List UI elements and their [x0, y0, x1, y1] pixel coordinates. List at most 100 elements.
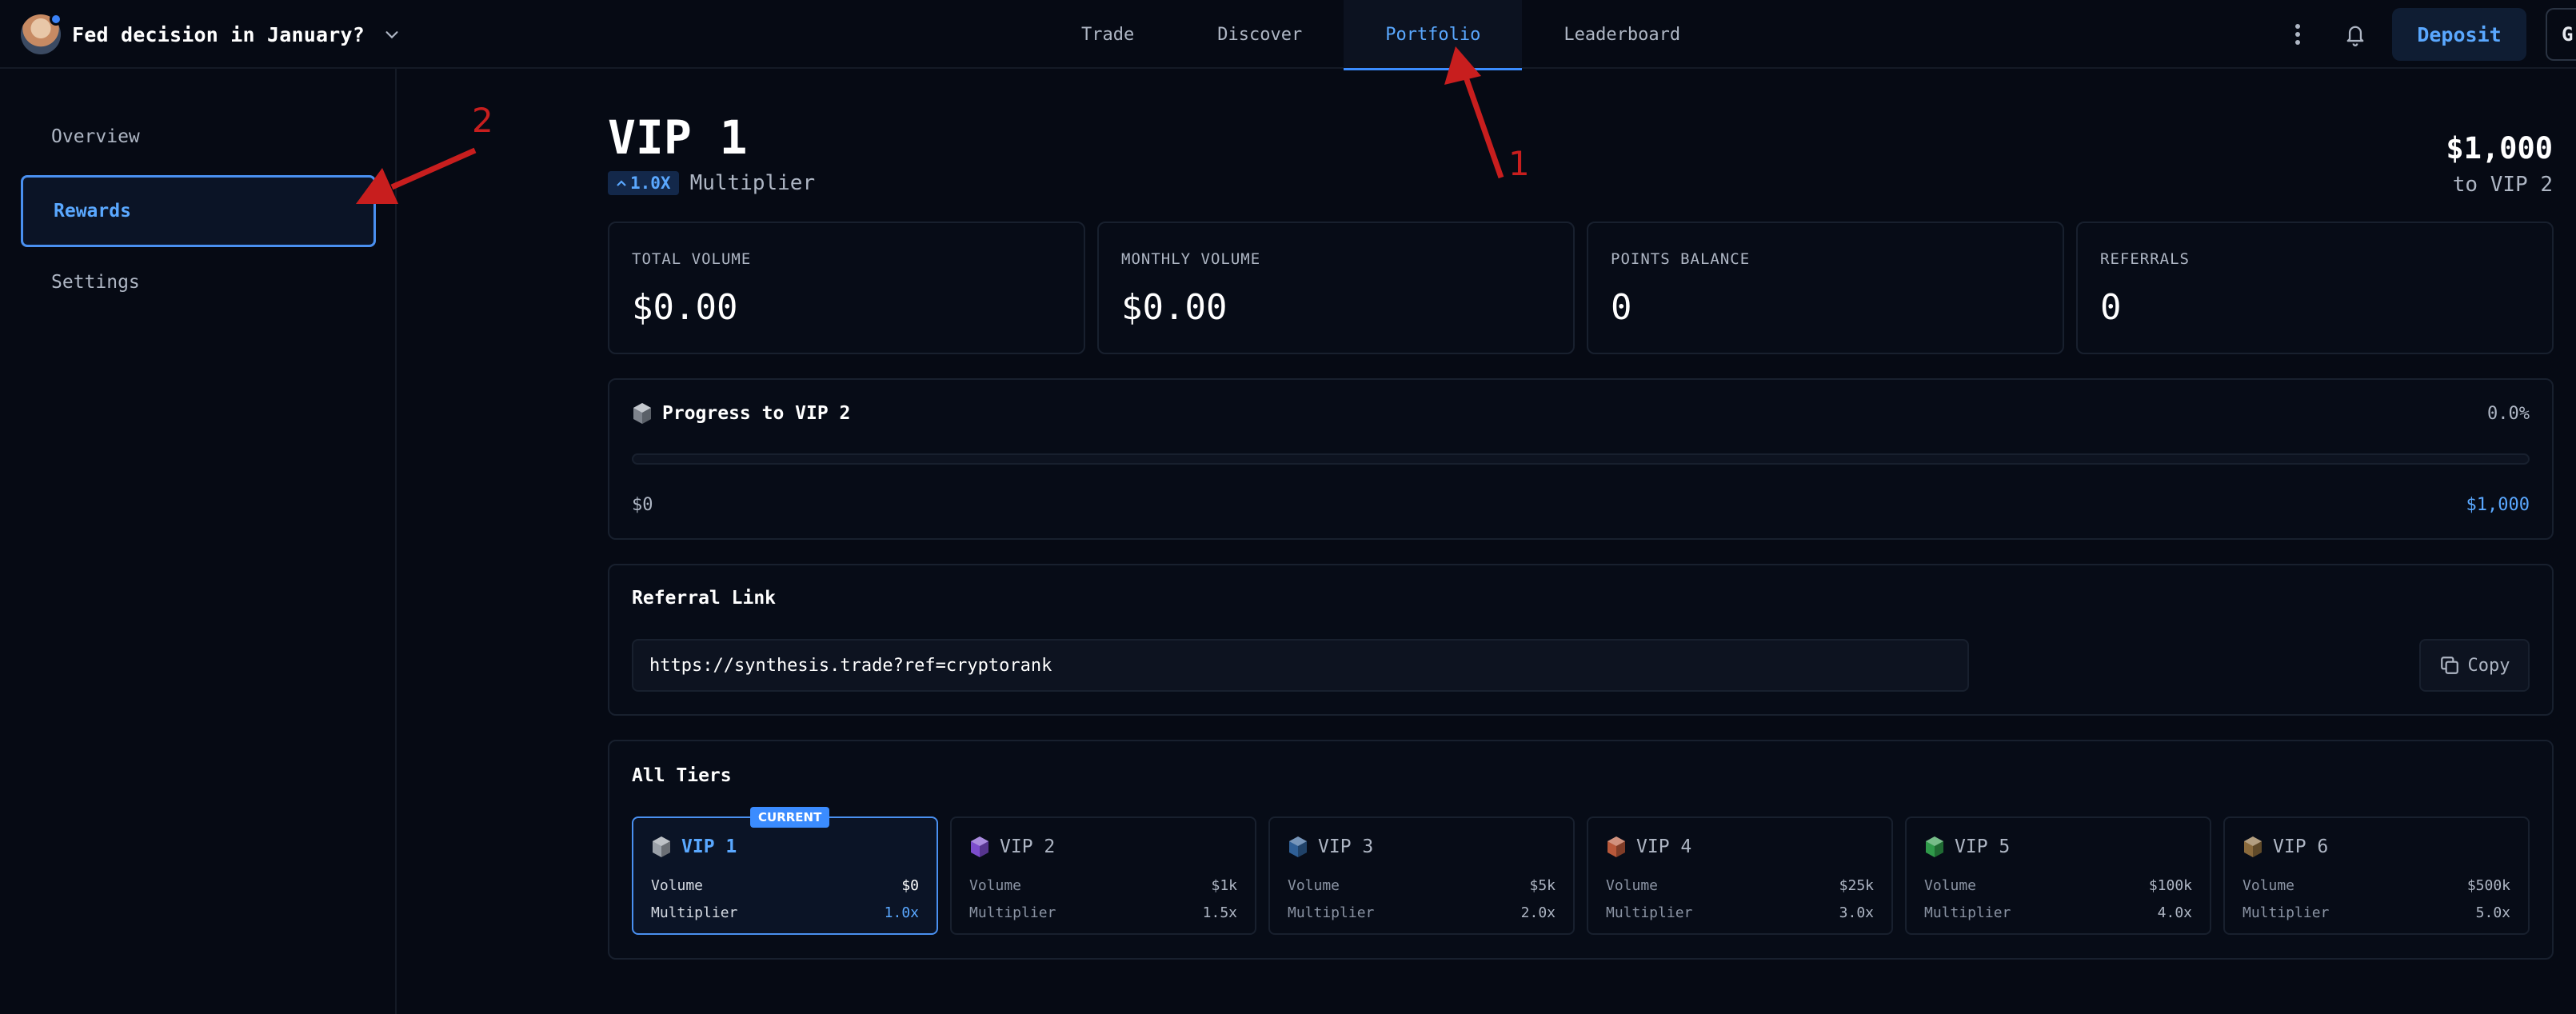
tier-cube-icon — [2244, 836, 2262, 857]
multiplier-label: Multiplier — [689, 171, 816, 195]
tier-volume-row: Volume $100k — [1924, 877, 2192, 894]
sidebar-item-settings[interactable]: Settings — [21, 246, 376, 318]
tier-name: VIP 3 — [1318, 836, 1374, 857]
tier-multiplier-value: 2.0x — [1520, 904, 1556, 921]
tier-multiplier-value: 1.0x — [884, 904, 919, 921]
tier-multiplier-label: Multiplier — [2243, 904, 2330, 921]
nav-portfolio[interactable]: Portfolio — [1344, 0, 1523, 70]
annotation-arrow-1 — [1460, 69, 1504, 179]
multiplier-badge: 1.0X — [608, 171, 679, 195]
stat-card-monthly-volume: MONTHLY VOLUME $0.00 — [1097, 222, 1575, 354]
tier-card: CURRENT VIP 1 Volume $0 Multiplier 1.0x — [632, 807, 938, 935]
deposit-button[interactable]: Deposit — [2392, 8, 2526, 61]
progress-start: $0 — [632, 495, 653, 515]
tier-header: VIP 4 — [1606, 836, 1691, 858]
tier-multiplier-row: Multiplier 4.0x — [1924, 904, 2192, 921]
chevron-down-icon[interactable] — [376, 18, 408, 50]
tier-volume-row: Volume $0 — [651, 877, 919, 894]
top-bar: Fed decision in January? Trade Discover … — [0, 0, 2576, 70]
stat-value: 0 — [1611, 287, 1632, 328]
stat-card-points-balance: POINTS BALANCE 0 — [1587, 222, 2064, 354]
tier-volume-label: Volume — [651, 877, 704, 894]
tier-volume-label: Volume — [2243, 877, 2295, 894]
nav-leaderboard[interactable]: Leaderboard — [1522, 0, 1722, 69]
annotation-arrow-2 — [390, 147, 477, 190]
page-title: VIP 1 — [608, 110, 748, 165]
tier-multiplier-value: 5.0x — [2475, 904, 2510, 921]
next-tier-label: to VIP 2 — [2452, 173, 2553, 197]
tier-volume-row: Volume $25k — [1606, 877, 1874, 894]
tier-multiplier-row: Multiplier 3.0x — [1606, 904, 1874, 921]
tier-header: VIP 2 — [969, 836, 1055, 858]
top-right-actions: Deposit G — [2269, 0, 2576, 69]
tier-multiplier-value: 3.0x — [1839, 904, 1874, 921]
tier-multiplier-label: Multiplier — [1924, 904, 2011, 921]
tier-volume-label: Volume — [1606, 877, 1659, 894]
tier-volume-value: $0 — [901, 877, 919, 894]
referral-card: Referral Link Copy — [608, 564, 2554, 716]
tier-multiplier-label: Multiplier — [1606, 904, 1693, 921]
sidebar-item-overview[interactable]: Overview — [21, 101, 376, 173]
progress-card: Progress to VIP 2 0.0% $0 $1,000 — [608, 378, 2554, 540]
tier-name: VIP 1 — [681, 836, 737, 857]
market-avatar — [21, 13, 62, 54]
chevron-up-icon — [617, 180, 626, 186]
bell-icon[interactable] — [2326, 6, 2384, 63]
tier-volume-value: $1k — [1211, 877, 1237, 894]
stat-card-total-volume: TOTAL VOLUME $0.00 — [608, 222, 1085, 354]
market-selector[interactable]: Fed decision in January? — [21, 11, 408, 58]
tier-multiplier-row: Multiplier 2.0x — [1288, 904, 1556, 921]
tier-cube-icon — [1289, 836, 1307, 857]
nav-discover[interactable]: Discover — [1176, 0, 1344, 69]
progress-percent: 0.0% — [2487, 404, 2530, 424]
tier-multiplier-row: Multiplier 1.0x — [651, 904, 919, 921]
tier-card: VIP 6 Volume $500k Multiplier 5.0x — [2223, 816, 2530, 935]
annotation-marker-2: 2 — [472, 101, 493, 140]
tier-volume-label: Volume — [1924, 877, 1977, 894]
progress-title: Progress to VIP 2 — [632, 402, 850, 425]
tier-volume-label: Volume — [1288, 877, 1340, 894]
stat-label: MONTHLY VOLUME — [1121, 250, 1261, 268]
progress-bar — [632, 453, 2530, 465]
tier-multiplier-value: 1.5x — [1202, 904, 1237, 921]
account-button[interactable]: G — [2546, 8, 2576, 61]
tier-multiplier-row: Multiplier 5.0x — [2243, 904, 2510, 921]
tier-volume-row: Volume $1k — [969, 877, 1237, 894]
all-tiers-card: All Tiers CURRENT VIP 1 Volume $0 Multiplier… — [608, 740, 2554, 960]
annotation-marker-1: 1 — [1508, 144, 1530, 183]
next-tier-amount: $1,000 — [2446, 131, 2553, 166]
tier-volume-value: $500k — [2466, 877, 2510, 894]
main-nav: Trade Discover Portfolio Leaderboard — [1040, 0, 1722, 70]
market-title: Fed decision in January? — [72, 22, 365, 46]
copy-label: Copy — [2467, 655, 2510, 676]
tier-cube-icon — [653, 836, 670, 857]
tier-volume-row: Volume $5k — [1288, 877, 1556, 894]
tier-card: VIP 4 Volume $25k Multiplier 3.0x — [1587, 816, 1893, 935]
tier-card: VIP 2 Volume $1k Multiplier 1.5x — [950, 816, 1256, 935]
sidebar: Overview Rewards Settings — [0, 69, 397, 1014]
tier-volume-value: $5k — [1529, 877, 1556, 894]
tier-name: VIP 4 — [1636, 836, 1692, 857]
tier-header: VIP 1 — [651, 836, 737, 858]
more-options-icon[interactable] — [2269, 6, 2326, 63]
tier-multiplier-row: Multiplier 1.5x — [969, 904, 1237, 921]
referral-link-input[interactable] — [632, 639, 1969, 692]
stat-value: $0.00 — [632, 287, 738, 328]
tier-cube-icon — [1926, 836, 1943, 857]
stat-value: $0.00 — [1121, 287, 1228, 328]
tier-header: VIP 6 — [2243, 836, 2328, 858]
multiplier-value: 1.0X — [630, 174, 671, 193]
copy-button[interactable]: Copy — [2419, 639, 2530, 692]
tier-cube-icon — [1608, 836, 1625, 857]
sidebar-item-rewards[interactable]: Rewards — [21, 175, 376, 247]
tier-volume-value: $25k — [1839, 877, 1874, 894]
multiplier-row: 1.0X Multiplier — [608, 171, 815, 195]
copy-icon — [2440, 657, 2458, 674]
nav-trade[interactable]: Trade — [1040, 0, 1176, 69]
tier-header: VIP 5 — [1924, 836, 2010, 858]
tier-header: VIP 3 — [1288, 836, 1373, 858]
tier-volume-value: $100k — [2148, 877, 2192, 894]
tier-card: VIP 5 Volume $100k Multiplier 4.0x — [1905, 816, 2211, 935]
stat-label: POINTS BALANCE — [1611, 250, 1751, 268]
tier-cube-icon — [971, 836, 988, 857]
